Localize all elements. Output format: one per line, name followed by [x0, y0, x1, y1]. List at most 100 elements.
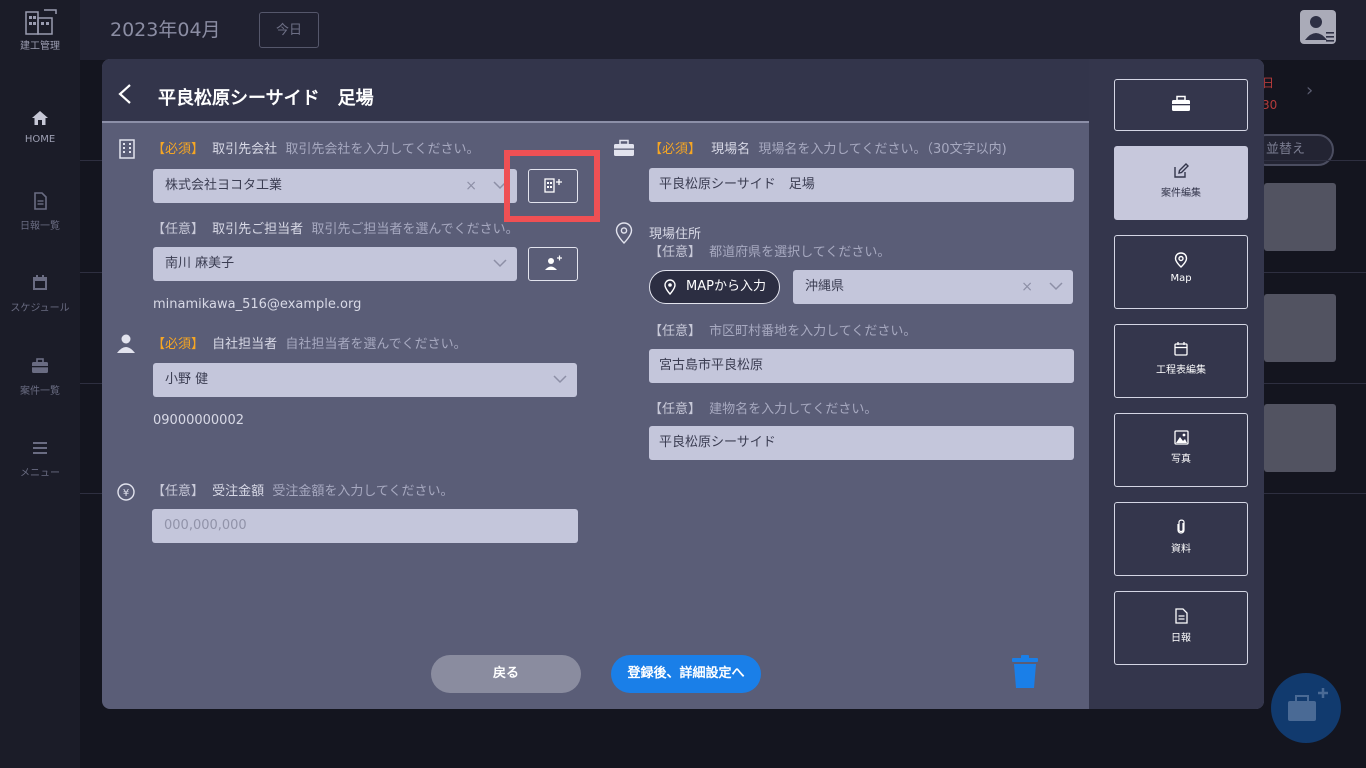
side-map-button[interactable]: Map [1114, 235, 1248, 309]
map-pin-icon [1174, 252, 1188, 268]
nav-projects[interactable]: 案件一覧 [0, 356, 80, 397]
document-icon [1174, 608, 1188, 624]
staff-select[interactable]: 小野 健 [153, 363, 577, 397]
chevron-down-icon[interactable] [493, 259, 507, 268]
required-tag: 【必須】 [152, 337, 205, 352]
map-input-label: MAPから入力 [686, 279, 766, 294]
client-contact-title: 取引先ご担当者 [212, 222, 304, 237]
staff-phone: 09000000002 [153, 413, 244, 428]
side-schedule-edit-label: 工程表編集 [1156, 365, 1206, 376]
required-tag: 【必須】 [152, 142, 205, 157]
building-label: 【任意】 建物名を入力してください。 [649, 398, 877, 417]
site-name-title: 現場名 [711, 142, 751, 157]
client-contact-value: 南川 麻美子 [165, 256, 235, 271]
user-avatar[interactable] [1300, 10, 1336, 44]
clear-icon[interactable]: × [1021, 270, 1033, 304]
calendar-icon [33, 275, 47, 290]
sort-button-label: 並替え [1266, 142, 1306, 157]
add-user-icon [545, 255, 562, 270]
building-hint: 建物名を入力してください。 [709, 402, 878, 417]
optional-tag: 【任意】 [152, 484, 205, 499]
app-sidebar: 建工管理 HOME 日報一覧 スケジュール 案件一覧 メニュー [0, 0, 80, 768]
side-project-button[interactable] [1114, 79, 1248, 131]
add-contact-button[interactable] [528, 247, 578, 281]
side-schedule-edit-button[interactable]: 工程表編集 [1114, 324, 1248, 398]
chevron-down-icon[interactable] [1049, 282, 1063, 291]
site-name-hint: 現場名を入力してください。（30文字以内) [758, 142, 1007, 157]
user-icon [1305, 16, 1334, 42]
side-documents-button[interactable]: 資料 [1114, 502, 1248, 576]
side-documents-label: 資料 [1171, 544, 1191, 555]
client-company-hint: 取引先会社を入力してください。 [285, 142, 480, 157]
amount-label: 【任意】 受注金額 受注金額を入力してください。 [152, 480, 454, 499]
menu-icon [33, 442, 47, 454]
add-project-fab[interactable] [1271, 673, 1341, 743]
side-edit-button[interactable]: 案件編集 [1114, 146, 1248, 220]
person-icon [117, 334, 135, 353]
clear-icon[interactable]: × [465, 169, 477, 203]
modal-title: 平良松原シーサイド 足場 [158, 88, 374, 109]
trash-icon[interactable] [1010, 655, 1040, 689]
nav-daily-reports[interactable]: 日報一覧 [0, 191, 80, 232]
nav-home-label: HOME [24, 134, 56, 145]
background-card[interactable] [1264, 294, 1336, 362]
side-photo-button[interactable]: 写真 [1114, 413, 1248, 487]
calendar-icon [1174, 342, 1188, 356]
today-button[interactable]: 今日 [259, 12, 319, 48]
nav-menu-label: メニュー [20, 468, 60, 479]
register-and-detail-button[interactable]: 登録後、詳細設定へ [611, 655, 761, 693]
city-hint: 市区町村番地を入力してください。 [709, 324, 917, 339]
site-name-label: 【必須】 現場名 現場名を入力してください。（30文字以内) [649, 138, 1007, 157]
city-label: 【任意】 市区町村番地を入力してください。 [649, 320, 916, 339]
nav-schedule[interactable]: スケジュール [0, 273, 80, 314]
highlight-box [504, 150, 600, 222]
optional-tag: 【任意】 [649, 245, 702, 260]
briefcase-icon [32, 358, 48, 373]
back-arrow-icon[interactable] [116, 83, 134, 105]
client-contact-label: 【任意】 取引先ご担当者 取引先ご担当者を選んでください。 [152, 218, 519, 237]
site-name-input[interactable]: 平良松原シーサイド 足場 [649, 168, 1074, 202]
building-icon [119, 139, 135, 159]
back-button[interactable]: 戻る [431, 655, 581, 693]
modal-header: 平良松原シーサイド 足場 [102, 59, 1089, 123]
background-number-label: 30 [1262, 98, 1278, 112]
client-contact-select[interactable]: 南川 麻美子 [153, 247, 517, 281]
nav-projects-label: 案件一覧 [20, 386, 60, 397]
logo-label: 建工管理 [20, 41, 60, 52]
prefecture-select[interactable]: 沖縄県 × [793, 270, 1073, 304]
briefcase-icon [1172, 95, 1190, 111]
next-chevron-icon[interactable]: › [1306, 80, 1313, 101]
client-company-value: 株式会社ヨコタ工業 [165, 178, 283, 193]
map-input-button[interactable]: MAPから入力 [649, 270, 780, 304]
optional-tag: 【任意】 [152, 222, 205, 237]
nav-home[interactable]: HOME [0, 108, 80, 145]
nav-menu[interactable]: メニュー [0, 438, 80, 479]
nav-daily-reports-label: 日報一覧 [20, 221, 60, 232]
svg-text:¥: ¥ [123, 488, 129, 499]
side-daily-report-button[interactable]: 日報 [1114, 591, 1248, 665]
amount-input[interactable]: 000,000,000 [152, 509, 578, 543]
briefcase-icon [614, 139, 634, 156]
staff-label: 【必須】 自社担当者 自社担当者を選んでください。 [152, 333, 467, 352]
building-value: 平良松原シーサイド [659, 435, 776, 450]
building-input[interactable]: 平良松原シーサイド [649, 426, 1074, 460]
location-pin-icon [615, 222, 633, 244]
prefecture-label: 【任意】 都道府県を選択してください。 [649, 241, 890, 260]
photo-icon [1173, 430, 1189, 445]
city-input[interactable]: 宮古島市平良松原 [649, 349, 1074, 383]
city-value: 宮古島市平良松原 [659, 358, 764, 373]
nav-schedule-label: スケジュール [10, 303, 70, 314]
required-tag: 【必須】 [649, 142, 702, 157]
building-logo-icon [25, 9, 57, 35]
month-title: 2023年04月 [110, 19, 221, 41]
side-edit-label: 案件編集 [1161, 188, 1201, 199]
background-card[interactable] [1264, 183, 1336, 251]
side-map-label: Map [1170, 273, 1192, 284]
app-logo[interactable]: 建工管理 [14, 8, 66, 52]
map-pin-icon [664, 279, 676, 295]
chevron-down-icon[interactable] [553, 375, 567, 384]
client-company-select[interactable]: 株式会社ヨコタ工業 × [153, 169, 517, 203]
staff-title: 自社担当者 [212, 337, 278, 352]
yen-icon: ¥ [117, 483, 135, 501]
background-card[interactable] [1264, 404, 1336, 472]
